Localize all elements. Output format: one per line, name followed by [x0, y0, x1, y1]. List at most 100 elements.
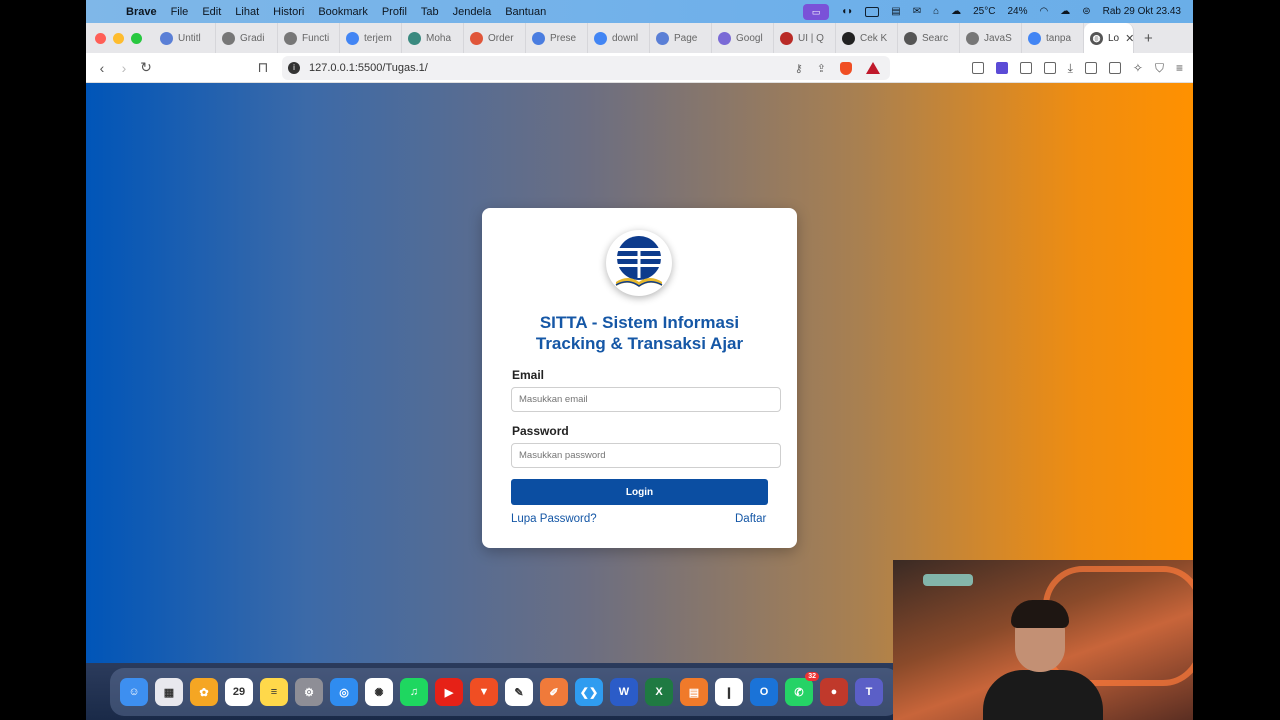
tab-3[interactable]: terjem	[340, 23, 402, 53]
tab-0[interactable]: Untitl	[154, 23, 216, 53]
url-text[interactable]: 127.0.0.1:5500/Tugas.1/	[309, 62, 428, 74]
bookmark-icon[interactable]: ⊓	[252, 59, 274, 76]
clock[interactable]: Rab 29 Okt 23.43	[1103, 6, 1181, 17]
menu-bookmark[interactable]: Bookmark	[318, 6, 368, 18]
status-area: ▭ ◖◗ ▤ ✉ ⌂ ☁ 25°C 24% ◠ ☁ ⊜ Rab 29 Okt 2…	[803, 0, 1181, 23]
audio-icon[interactable]: ◖◗	[841, 6, 853, 17]
clipboard-icon[interactable]: ▤	[891, 6, 900, 17]
tab-14[interactable]: tanpa	[1022, 23, 1084, 53]
excel-icon[interactable]: X	[645, 678, 673, 706]
login-button[interactable]: Login	[511, 479, 768, 505]
tab-7[interactable]: downl	[588, 23, 650, 53]
extension-icon[interactable]	[995, 62, 1008, 74]
login-card: SITTA - Sistem Informasi Tracking & Tran…	[482, 208, 797, 548]
wallet-icon[interactable]	[1108, 62, 1121, 74]
bear-icon[interactable]: ✎	[505, 678, 533, 706]
screenshot-icon[interactable]	[1043, 62, 1056, 74]
leo-ai-icon[interactable]: ✧	[1133, 61, 1143, 75]
brave-icon[interactable]: ▼	[470, 678, 498, 706]
screen-share-icon[interactable]: ▭	[803, 3, 830, 20]
tab-11[interactable]: Cek K	[836, 23, 898, 53]
word-icon[interactable]: W	[610, 678, 638, 706]
whatsapp-glyph: ✆	[794, 686, 804, 699]
mail-icon[interactable]: ✉	[913, 6, 921, 17]
vpn-icon[interactable]: ⛉	[1155, 61, 1164, 76]
cloud-icon[interactable]: ☁	[1060, 6, 1070, 17]
menu-view[interactable]: Lihat	[235, 6, 259, 18]
forgot-password-link[interactable]: Lupa Password?	[511, 513, 597, 525]
powerpoint-ish-icon[interactable]: ▤	[680, 678, 708, 706]
screen: Brave File Edit Lihat Histori Bookmark P…	[86, 0, 1193, 720]
reading-list-icon[interactable]	[971, 62, 984, 74]
pencil-icon[interactable]: ✐	[540, 678, 568, 706]
site-info-icon[interactable]: i	[288, 62, 300, 74]
weather-icon[interactable]: ☁	[951, 6, 961, 17]
notes-icon[interactable]: ≡	[260, 678, 288, 706]
register-link[interactable]: Daftar	[735, 513, 766, 525]
email-field[interactable]	[511, 387, 781, 412]
menu-help[interactable]: Bantuan	[505, 6, 546, 18]
launchpad-icon[interactable]: ▦	[155, 678, 183, 706]
photos-icon[interactable]: ✿	[190, 678, 218, 706]
menu-edit[interactable]: Edit	[202, 6, 221, 18]
brave-rewards-icon[interactable]	[866, 62, 880, 74]
safari-icon[interactable]: ◎	[330, 678, 358, 706]
tab-13[interactable]: JavaS	[960, 23, 1022, 53]
tab-10[interactable]: UI | Q	[774, 23, 836, 53]
zoom-window-icon[interactable]	[131, 32, 142, 44]
password-field[interactable]	[511, 443, 781, 468]
menu-file[interactable]: File	[171, 6, 189, 18]
forward-button[interactable]: ›	[113, 60, 135, 76]
battery-text[interactable]: 24%	[1007, 6, 1027, 17]
books-icon[interactable]: ❙	[715, 678, 743, 706]
tab-6[interactable]: Prese	[526, 23, 588, 53]
whatsapp-icon[interactable]: ✆ 32	[785, 672, 819, 706]
menu-window[interactable]: Jendela	[453, 6, 492, 18]
close-tab-icon[interactable]: ✕	[1125, 32, 1133, 45]
key-icon[interactable]: ⚷	[795, 62, 803, 75]
menu-app-name[interactable]: Brave	[126, 6, 157, 18]
notification-icon[interactable]: ⌂	[933, 6, 939, 17]
browser-toolbar: ‹ › ↻ ⊓ i 127.0.0.1:5500/Tugas.1/ ⚷ ⇪ ⤓	[86, 53, 1193, 83]
close-window-icon[interactable]	[95, 32, 106, 44]
recorder-icon[interactable]: ●	[820, 678, 848, 706]
tab-active[interactable]: ◍ Lo ✕	[1084, 23, 1134, 53]
tab-12[interactable]: Searc	[898, 23, 960, 53]
reload-button[interactable]: ↻	[135, 59, 157, 76]
tab-9[interactable]: Googl	[712, 23, 774, 53]
menu-history[interactable]: Histori	[273, 6, 304, 18]
tab-5[interactable]: Order	[464, 23, 526, 53]
share-icon[interactable]: ⇪	[817, 62, 826, 75]
calendar-icon[interactable]: 29	[225, 678, 253, 706]
figma-icon	[470, 31, 483, 45]
books-glyph: ❙	[724, 686, 734, 699]
tab-8[interactable]: Page	[650, 23, 712, 53]
finder-icon[interactable]: ☺	[120, 678, 148, 706]
teams-icon[interactable]: T	[855, 678, 883, 706]
brave-shields-icon[interactable]	[840, 61, 852, 75]
puzzle-icon[interactable]	[1019, 62, 1032, 74]
chatgpt-icon[interactable]: ✺	[365, 678, 393, 706]
menu-tab[interactable]: Tab	[421, 6, 439, 18]
outlook-icon[interactable]: O	[750, 678, 778, 706]
new-tab-button[interactable]: +	[1144, 30, 1153, 47]
vscode-icon[interactable]: ❮❯	[575, 678, 603, 706]
weather-text[interactable]: 25°C	[973, 6, 995, 17]
tab-2[interactable]: Functi	[278, 23, 340, 53]
settings-icon[interactable]: ⚙	[295, 678, 323, 706]
tab-1[interactable]: Gradi	[216, 23, 278, 53]
wifi-icon[interactable]: ◠	[1039, 6, 1048, 17]
tab-4[interactable]: Moha	[402, 23, 464, 53]
back-button[interactable]: ‹	[91, 60, 113, 76]
menu-icon[interactable]: ≡	[1176, 61, 1183, 75]
download-icon[interactable]: ⤓	[1068, 61, 1073, 76]
control-center-icon[interactable]: ⊜	[1082, 6, 1090, 17]
address-bar[interactable]: i 127.0.0.1:5500/Tugas.1/ ⚷ ⇪	[282, 56, 890, 80]
display-icon[interactable]	[865, 6, 880, 17]
menu-profile[interactable]: Profil	[382, 6, 407, 18]
sidebar-icon[interactable]	[1084, 62, 1097, 74]
youtube-music-icon[interactable]: ▶	[435, 678, 463, 706]
minimize-window-icon[interactable]	[113, 32, 124, 44]
spotify-icon[interactable]: ♫	[400, 678, 428, 706]
title-line-2: Tracking & Transaksi Ajar	[535, 334, 744, 353]
